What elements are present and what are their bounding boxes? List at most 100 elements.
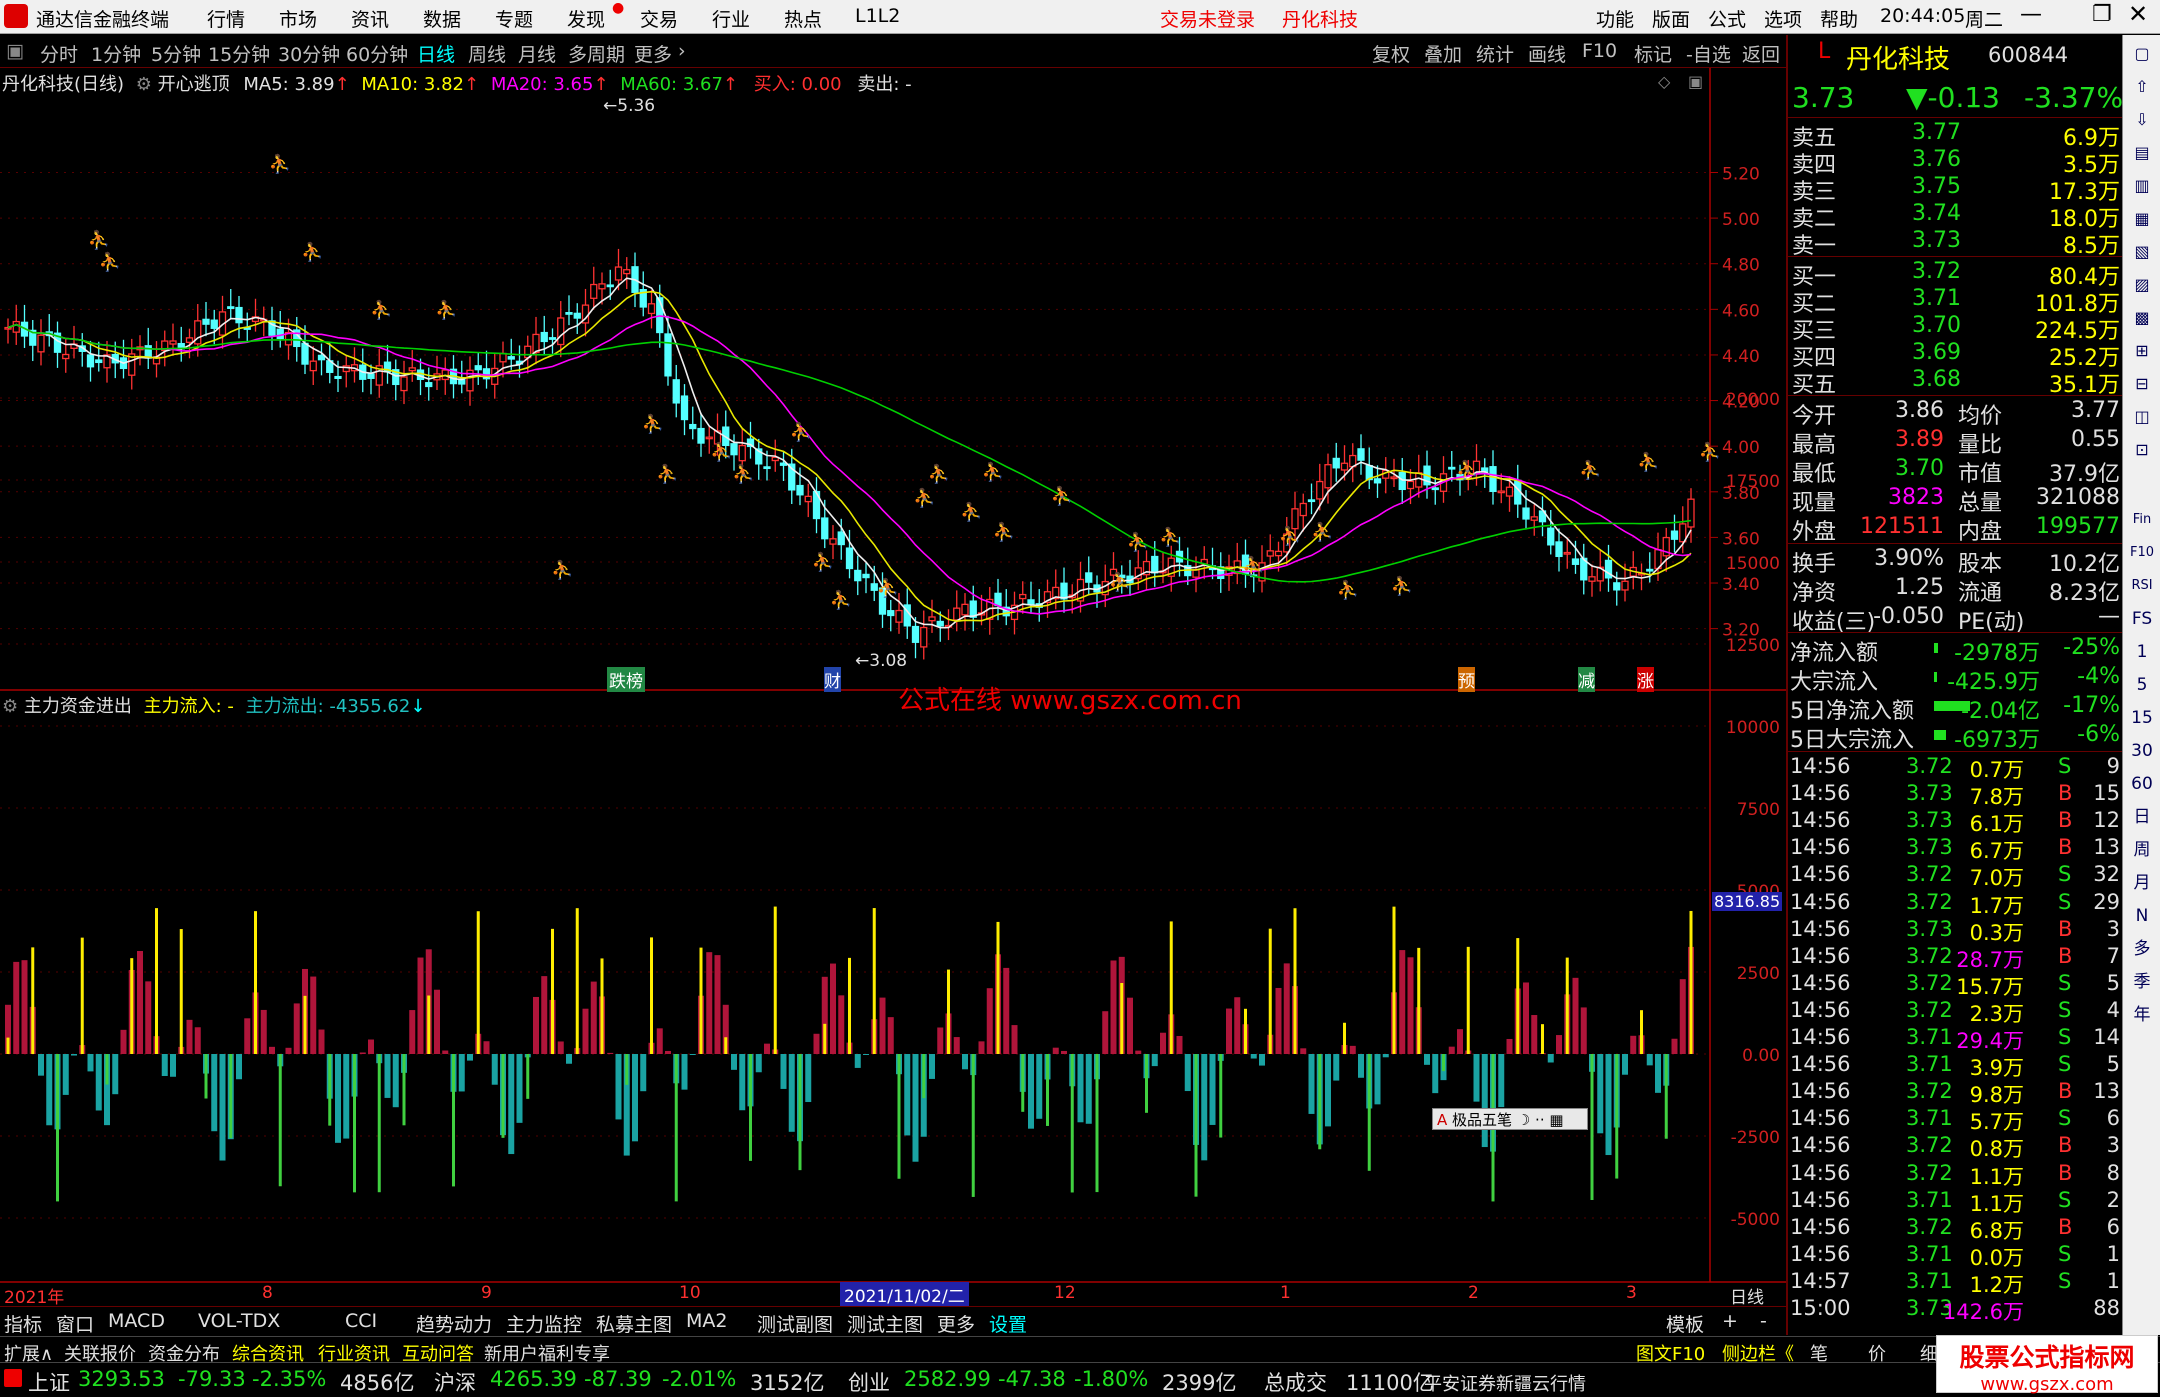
minimize-icon[interactable]: — <box>2020 2 2042 27</box>
indicator-tab-11[interactable]: 更多 <box>937 1310 975 1337</box>
strip-button-2[interactable]: RSI <box>2127 571 2157 601</box>
menu-item-help[interactable]: 帮助 <box>1820 5 1858 32</box>
menu-item-news[interactable]: 资讯 <box>351 5 389 32</box>
login-status[interactable]: 交易未登录 <box>1160 5 1255 32</box>
indicator-tab-9[interactable]: 测试副图 <box>757 1310 833 1337</box>
menu-item-market[interactable]: 市场 <box>279 5 317 32</box>
strip-tool-icon[interactable]: ▨ <box>2127 270 2157 300</box>
menu-item-discover[interactable]: 发现 <box>567 5 605 32</box>
bid-price[interactable]: 3.72 <box>1912 259 1961 284</box>
restore-icon[interactable]: ❐ <box>2092 2 2112 27</box>
ask-price[interactable]: 3.76 <box>1912 147 1961 172</box>
index-sh-name[interactable]: 上证 <box>28 1367 70 1397</box>
marker-forecast[interactable]: 预 <box>1458 667 1475 692</box>
strip-tool-icon[interactable]: ⊡ <box>2127 435 2157 465</box>
index-hs-name[interactable]: 沪深 <box>434 1367 476 1397</box>
strip-tool-icon[interactable]: ▤ <box>2127 138 2157 168</box>
btn-f10[interactable]: F10 <box>1582 40 1617 62</box>
marker-finance[interactable]: 财 <box>824 667 841 692</box>
strip-tool-icon[interactable]: ⇧ <box>2127 72 2157 102</box>
strip-button-6[interactable]: 15 <box>2127 703 2157 733</box>
strip-tool-icon[interactable]: ▥ <box>2127 171 2157 201</box>
indicator-tab-8[interactable]: MA2 <box>686 1310 727 1332</box>
menu-item-topics[interactable]: 专题 <box>495 5 533 32</box>
zoom-out-button[interactable]: - <box>1760 1310 1767 1332</box>
tab-intraday[interactable]: 分时 <box>40 40 78 67</box>
strip-button-12[interactable]: N <box>2127 901 2157 931</box>
tab-more[interactable]: 更多 <box>634 40 672 67</box>
menu-item-options[interactable]: 选项 <box>1764 5 1802 32</box>
strip-tool-icon[interactable]: ◫ <box>2127 402 2157 432</box>
tab-5min[interactable]: 5分钟 <box>151 40 201 67</box>
strip-button-9[interactable]: 日 <box>2127 802 2157 832</box>
zoom-in-button[interactable]: + <box>1722 1310 1738 1332</box>
indicator-tab-3[interactable]: VOL-TDX <box>198 1310 280 1332</box>
strip-tool-icon[interactable]: ▦ <box>2127 204 2157 234</box>
strip-button-15[interactable]: 年 <box>2127 1000 2157 1030</box>
btn-back[interactable]: 返回 <box>1742 40 1780 67</box>
strip-button-1[interactable]: F10 <box>2127 538 2157 568</box>
strip-button-4[interactable]: 1 <box>2127 637 2157 667</box>
btn-stats[interactable]: 统计 <box>1476 40 1514 67</box>
strip-button-8[interactable]: 60 <box>2127 769 2157 799</box>
marker-limit-up[interactable]: 涨 <box>1637 667 1654 692</box>
bid-price[interactable]: 3.68 <box>1912 367 1961 392</box>
menu-item-layout[interactable]: 版面 <box>1652 5 1690 32</box>
index-cy-name[interactable]: 创业 <box>848 1367 890 1397</box>
indicator-tab-6[interactable]: 主力监控 <box>506 1310 582 1337</box>
marker-limit-down-list[interactable]: 跌榜 <box>607 667 645 692</box>
indicator-tab-10[interactable]: 测试主图 <box>847 1310 923 1337</box>
indicator-tab-1[interactable]: 窗口 <box>56 1310 94 1337</box>
menu-item-industry[interactable]: 行业 <box>712 5 750 32</box>
sidebar-toggle-icon[interactable]: ▣ <box>6 40 24 62</box>
indicator-tab-2[interactable]: MACD <box>108 1310 165 1332</box>
close-icon[interactable]: ✕ <box>2128 0 2148 28</box>
strip-tool-icon[interactable]: ⊟ <box>2127 369 2157 399</box>
template-button[interactable]: 模板 <box>1666 1310 1704 1337</box>
tab-15min[interactable]: 15分钟 <box>208 40 270 67</box>
strip-button-10[interactable]: 周 <box>2127 835 2157 865</box>
tab-30min[interactable]: 30分钟 <box>278 40 340 67</box>
btn-overlay[interactable]: 叠加 <box>1424 40 1462 67</box>
menu-item-l1l2[interactable]: L1L2 <box>855 5 900 27</box>
btn-draw[interactable]: 画线 <box>1528 40 1566 67</box>
ask-price[interactable]: 3.75 <box>1912 174 1961 199</box>
strip-button-3[interactable]: FS <box>2127 604 2157 634</box>
menu-item-quotes[interactable]: 行情 <box>207 5 245 32</box>
indicator-name[interactable]: 开心逃顶 <box>158 74 230 95</box>
tab-multi-period[interactable]: 多周期 <box>568 40 625 67</box>
menu-item-function[interactable]: 功能 <box>1596 5 1634 32</box>
menu-item-formula[interactable]: 公式 <box>1708 5 1746 32</box>
btn-mark[interactable]: 标记 <box>1634 40 1672 67</box>
chart-area[interactable]: 5.20 5.00 4.80 4.60 4.40 4.20 4.00 3.80 3.60 3.40… <box>0 68 1786 1308</box>
bid-price[interactable]: 3.69 <box>1912 340 1961 365</box>
strip-button-14[interactable]: 季 <box>2127 967 2157 997</box>
btn-adjust[interactable]: 复权 <box>1372 40 1410 67</box>
ime-toolbar[interactable]: A 极品五笔 ☽ ·· ▦ <box>1432 1108 1588 1130</box>
chevron-right-icon[interactable]: › <box>678 40 686 62</box>
strip-button-0[interactable]: Fin <box>2127 505 2157 535</box>
marker-reduce[interactable]: 减 <box>1578 667 1595 692</box>
tab-1min[interactable]: 1分钟 <box>91 40 141 67</box>
indicator-gear-icon[interactable]: ⚙ <box>136 74 152 95</box>
bid-price[interactable]: 3.70 <box>1912 313 1961 338</box>
menu-item-trade[interactable]: 交易 <box>640 5 678 32</box>
tab-daily[interactable]: 日线 <box>417 40 455 67</box>
strip-tool-icon[interactable]: ▧ <box>2127 237 2157 267</box>
strip-button-7[interactable]: 30 <box>2127 736 2157 766</box>
ask-price[interactable]: 3.77 <box>1912 120 1961 145</box>
strip-tool-icon[interactable]: ▢ <box>2127 39 2157 69</box>
strip-button-13[interactable]: 多 <box>2127 934 2157 964</box>
menu-item-data[interactable]: 数据 <box>423 5 461 32</box>
btn-remove-watchlist[interactable]: -自选 <box>1686 40 1731 67</box>
strip-button-11[interactable]: 月 <box>2127 868 2157 898</box>
indicator-tab-7[interactable]: 私募主图 <box>596 1310 672 1337</box>
tab-monthly[interactable]: 月线 <box>518 40 556 67</box>
indicator-tab-4[interactable]: CCI <box>345 1310 377 1332</box>
menu-item-hot[interactable]: 热点 <box>784 5 822 32</box>
tab-weekly[interactable]: 周线 <box>468 40 506 67</box>
chart-expand-icon[interactable]: ▣ <box>1688 72 1703 91</box>
strip-tool-icon[interactable]: ⊞ <box>2127 336 2157 366</box>
ask-price[interactable]: 3.74 <box>1912 201 1961 226</box>
strip-tool-icon[interactable]: ⇩ <box>2127 105 2157 135</box>
